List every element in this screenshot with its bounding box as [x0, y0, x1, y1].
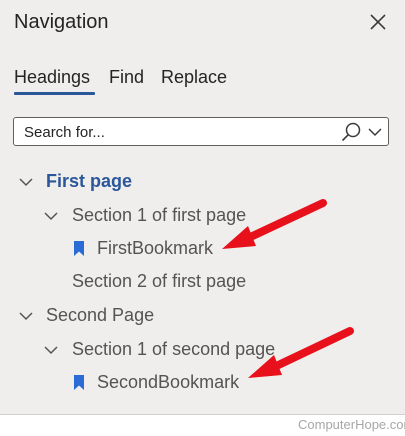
bookmark-icon	[74, 375, 84, 390]
tree-item-section-1-second-page[interactable]: Section 1 of second page	[0, 335, 405, 365]
chevron-down-icon[interactable]	[19, 176, 33, 188]
tree-item-first-page[interactable]: First page	[0, 167, 405, 197]
navigation-pane: Navigation Headings Find Replace First p…	[0, 0, 405, 415]
chevron-down-icon[interactable]	[44, 210, 58, 222]
close-icon[interactable]	[366, 10, 390, 34]
chevron-down-icon[interactable]	[19, 310, 33, 322]
tab-headings[interactable]: Headings	[14, 67, 90, 88]
chevron-down-icon[interactable]	[44, 344, 58, 356]
search-box	[13, 117, 389, 146]
watermark: ComputerHope.com	[298, 417, 405, 432]
search-icon[interactable]	[340, 121, 362, 143]
tree-item-label: First page	[46, 171, 133, 191]
tree-item-section-2-first-page[interactable]: Section 2 of first page	[0, 267, 405, 297]
pane-title: Navigation	[14, 11, 109, 33]
tree-item-label: Section 1 of first page	[72, 205, 247, 225]
tab-replace[interactable]: Replace	[161, 67, 227, 88]
tree-item-label: Section 1 of second page	[72, 339, 276, 359]
search-input[interactable]	[24, 122, 324, 142]
chevron-down-icon[interactable]	[367, 124, 383, 140]
tree-item-label: SecondBookmark	[97, 372, 240, 392]
tab-find[interactable]: Find	[109, 67, 144, 88]
active-tab-indicator	[14, 92, 95, 95]
tree-item-label: Second Page	[46, 305, 155, 325]
tree-item-second-page[interactable]: Second Page	[0, 301, 405, 331]
tree-item-section-1-first-page[interactable]: Section 1 of first page	[0, 201, 405, 231]
bookmark-icon	[74, 241, 84, 256]
tree-item-first-bookmark[interactable]: FirstBookmark	[0, 234, 405, 264]
tree-item-label: FirstBookmark	[97, 238, 214, 258]
tree-item-label: Section 2 of first page	[72, 271, 247, 291]
tree-item-second-bookmark[interactable]: SecondBookmark	[0, 368, 405, 398]
